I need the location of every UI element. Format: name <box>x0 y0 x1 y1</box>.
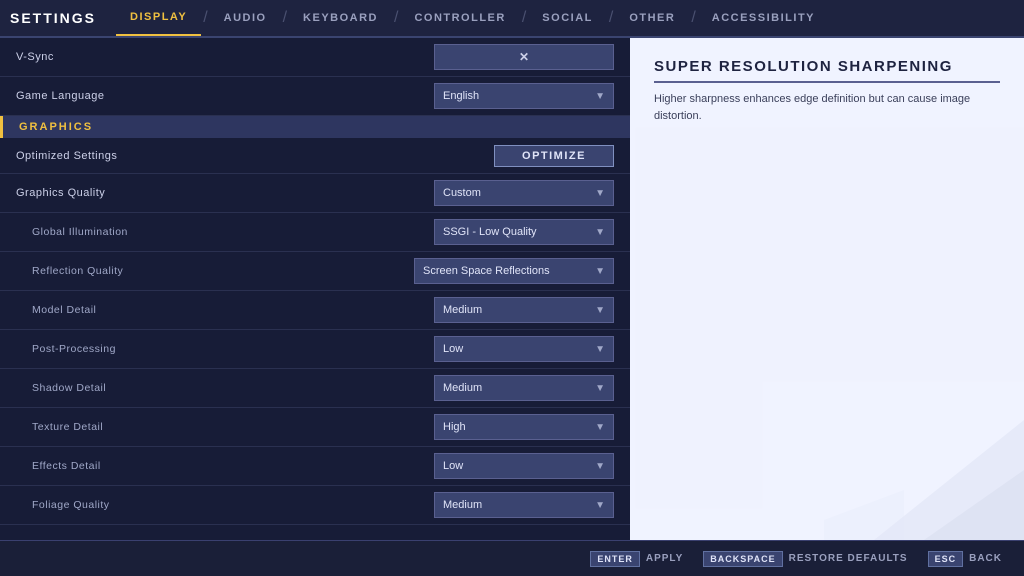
graphics-quality-value: Custom <box>443 187 587 199</box>
top-navigation: SETTINGS DISPLAY / AUDIO / KEYBOARD / CO… <box>0 0 1024 38</box>
foliage-quality-label: Foliage Quality <box>16 499 110 511</box>
shadow-detail-row: Shadow Detail Medium ▼ <box>0 369 630 408</box>
tab-accessibility[interactable]: ACCESSIBILITY <box>698 0 829 36</box>
chevron-down-icon: ▼ <box>595 422 605 433</box>
language-value: English <box>443 90 587 102</box>
settings-panel: V-Sync ✕ Game Language English ▼ GRAPHIC… <box>0 38 630 540</box>
restore-defaults-button[interactable]: BACKSPACE RESTORE DEFAULTS <box>693 545 917 573</box>
reflection-quality-row: Reflection Quality Screen Space Reflecti… <box>0 252 630 291</box>
back-button[interactable]: ESC BACK <box>918 545 1012 573</box>
texture-detail-label: Texture Detail <box>16 421 103 433</box>
chevron-down-icon: ▼ <box>595 461 605 472</box>
esc-key-badge: ESC <box>928 551 964 567</box>
global-illumination-value: SSGI - Low Quality <box>443 226 587 238</box>
reflection-quality-label: Reflection Quality <box>16 265 123 277</box>
foliage-quality-dropdown[interactable]: Medium ▼ <box>434 492 614 518</box>
foliage-quality-value: Medium <box>443 499 587 511</box>
info-panel-title: SUPER RESOLUTION SHARPENING <box>654 58 1000 83</box>
vsync-row: V-Sync ✕ <box>0 38 630 77</box>
graphics-quality-dropdown[interactable]: Custom ▼ <box>434 180 614 206</box>
tab-social[interactable]: SOCIAL <box>528 0 607 36</box>
effects-detail-value: Low <box>443 460 587 472</box>
texture-detail-value: High <box>443 421 587 433</box>
post-processing-dropdown[interactable]: Low ▼ <box>434 336 614 362</box>
graphics-section-header: GRAPHICS <box>0 116 630 138</box>
shadow-detail-label: Shadow Detail <box>16 382 106 394</box>
shadow-detail-value: Medium <box>443 382 587 394</box>
chevron-down-icon: ▼ <box>595 344 605 355</box>
optimized-label: Optimized Settings <box>16 150 117 162</box>
texture-detail-row: Texture Detail High ▼ <box>0 408 630 447</box>
chevron-down-icon: ▼ <box>595 266 605 277</box>
enter-key-badge: ENTER <box>590 551 640 567</box>
global-illumination-dropdown[interactable]: SSGI - Low Quality ▼ <box>434 219 614 245</box>
info-panel: SUPER RESOLUTION SHARPENING Higher sharp… <box>630 38 1024 540</box>
post-processing-value: Low <box>443 343 587 355</box>
vsync-toggle[interactable]: ✕ <box>434 44 614 70</box>
backspace-key-badge: BACKSPACE <box>703 551 782 567</box>
restore-defaults-label: RESTORE DEFAULTS <box>789 553 908 564</box>
language-label: Game Language <box>16 90 104 102</box>
model-detail-dropdown[interactable]: Medium ▼ <box>434 297 614 323</box>
vsync-label: V-Sync <box>16 51 54 63</box>
chevron-down-icon: ▼ <box>595 500 605 511</box>
graphics-quality-label: Graphics Quality <box>16 187 105 199</box>
bottom-bar: ENTER APPLY BACKSPACE RESTORE DEFAULTS E… <box>0 540 1024 576</box>
effects-detail-label: Effects Detail <box>16 460 101 472</box>
chevron-down-icon: ▼ <box>595 91 605 102</box>
chevron-down-icon: ▼ <box>595 383 605 394</box>
global-illumination-label: Global Illumination <box>16 226 128 238</box>
model-detail-row: Model Detail Medium ▼ <box>0 291 630 330</box>
language-row: Game Language English ▼ <box>0 77 630 116</box>
post-processing-row: Post-Processing Low ▼ <box>0 330 630 369</box>
chevron-down-icon: ▼ <box>595 227 605 238</box>
reflection-quality-value: Screen Space Reflections <box>423 265 587 277</box>
optimize-button[interactable]: OPTIMIZE <box>494 145 614 167</box>
optimized-settings-row: Optimized Settings OPTIMIZE <box>0 138 630 174</box>
post-processing-label: Post-Processing <box>16 343 116 355</box>
nav-tabs: DISPLAY / AUDIO / KEYBOARD / CONTROLLER … <box>116 0 829 36</box>
tab-audio[interactable]: AUDIO <box>210 0 281 36</box>
model-detail-label: Model Detail <box>16 304 96 316</box>
graphics-section-title: GRAPHICS <box>19 121 93 133</box>
foliage-quality-row: Foliage Quality Medium ▼ <box>0 486 630 525</box>
chevron-down-icon: ▼ <box>595 305 605 316</box>
app-title: SETTINGS <box>10 10 96 26</box>
global-illumination-row: Global Illumination SSGI - Low Quality ▼ <box>0 213 630 252</box>
graphics-quality-row: Graphics Quality Custom ▼ <box>0 174 630 213</box>
decorative-shapes <box>824 340 1024 540</box>
chevron-down-icon: ▼ <box>595 188 605 199</box>
tab-controller[interactable]: CONTROLLER <box>400 0 519 36</box>
apply-button[interactable]: ENTER APPLY <box>580 545 693 573</box>
effects-detail-dropdown[interactable]: Low ▼ <box>434 453 614 479</box>
language-dropdown[interactable]: English ▼ <box>434 83 614 109</box>
vsync-value: ✕ <box>519 50 529 64</box>
apply-label: APPLY <box>646 553 683 564</box>
reflection-quality-dropdown[interactable]: Screen Space Reflections ▼ <box>414 258 614 284</box>
tab-other[interactable]: OTHER <box>615 0 689 36</box>
texture-detail-dropdown[interactable]: High ▼ <box>434 414 614 440</box>
model-detail-value: Medium <box>443 304 587 316</box>
info-panel-text: Higher sharpness enhances edge definitio… <box>654 91 1000 124</box>
tab-display[interactable]: DISPLAY <box>116 0 201 36</box>
shadow-detail-dropdown[interactable]: Medium ▼ <box>434 375 614 401</box>
tab-keyboard[interactable]: KEYBOARD <box>289 0 392 36</box>
effects-detail-row: Effects Detail Low ▼ <box>0 447 630 486</box>
back-label: BACK <box>969 553 1002 564</box>
main-layout: V-Sync ✕ Game Language English ▼ GRAPHIC… <box>0 38 1024 540</box>
